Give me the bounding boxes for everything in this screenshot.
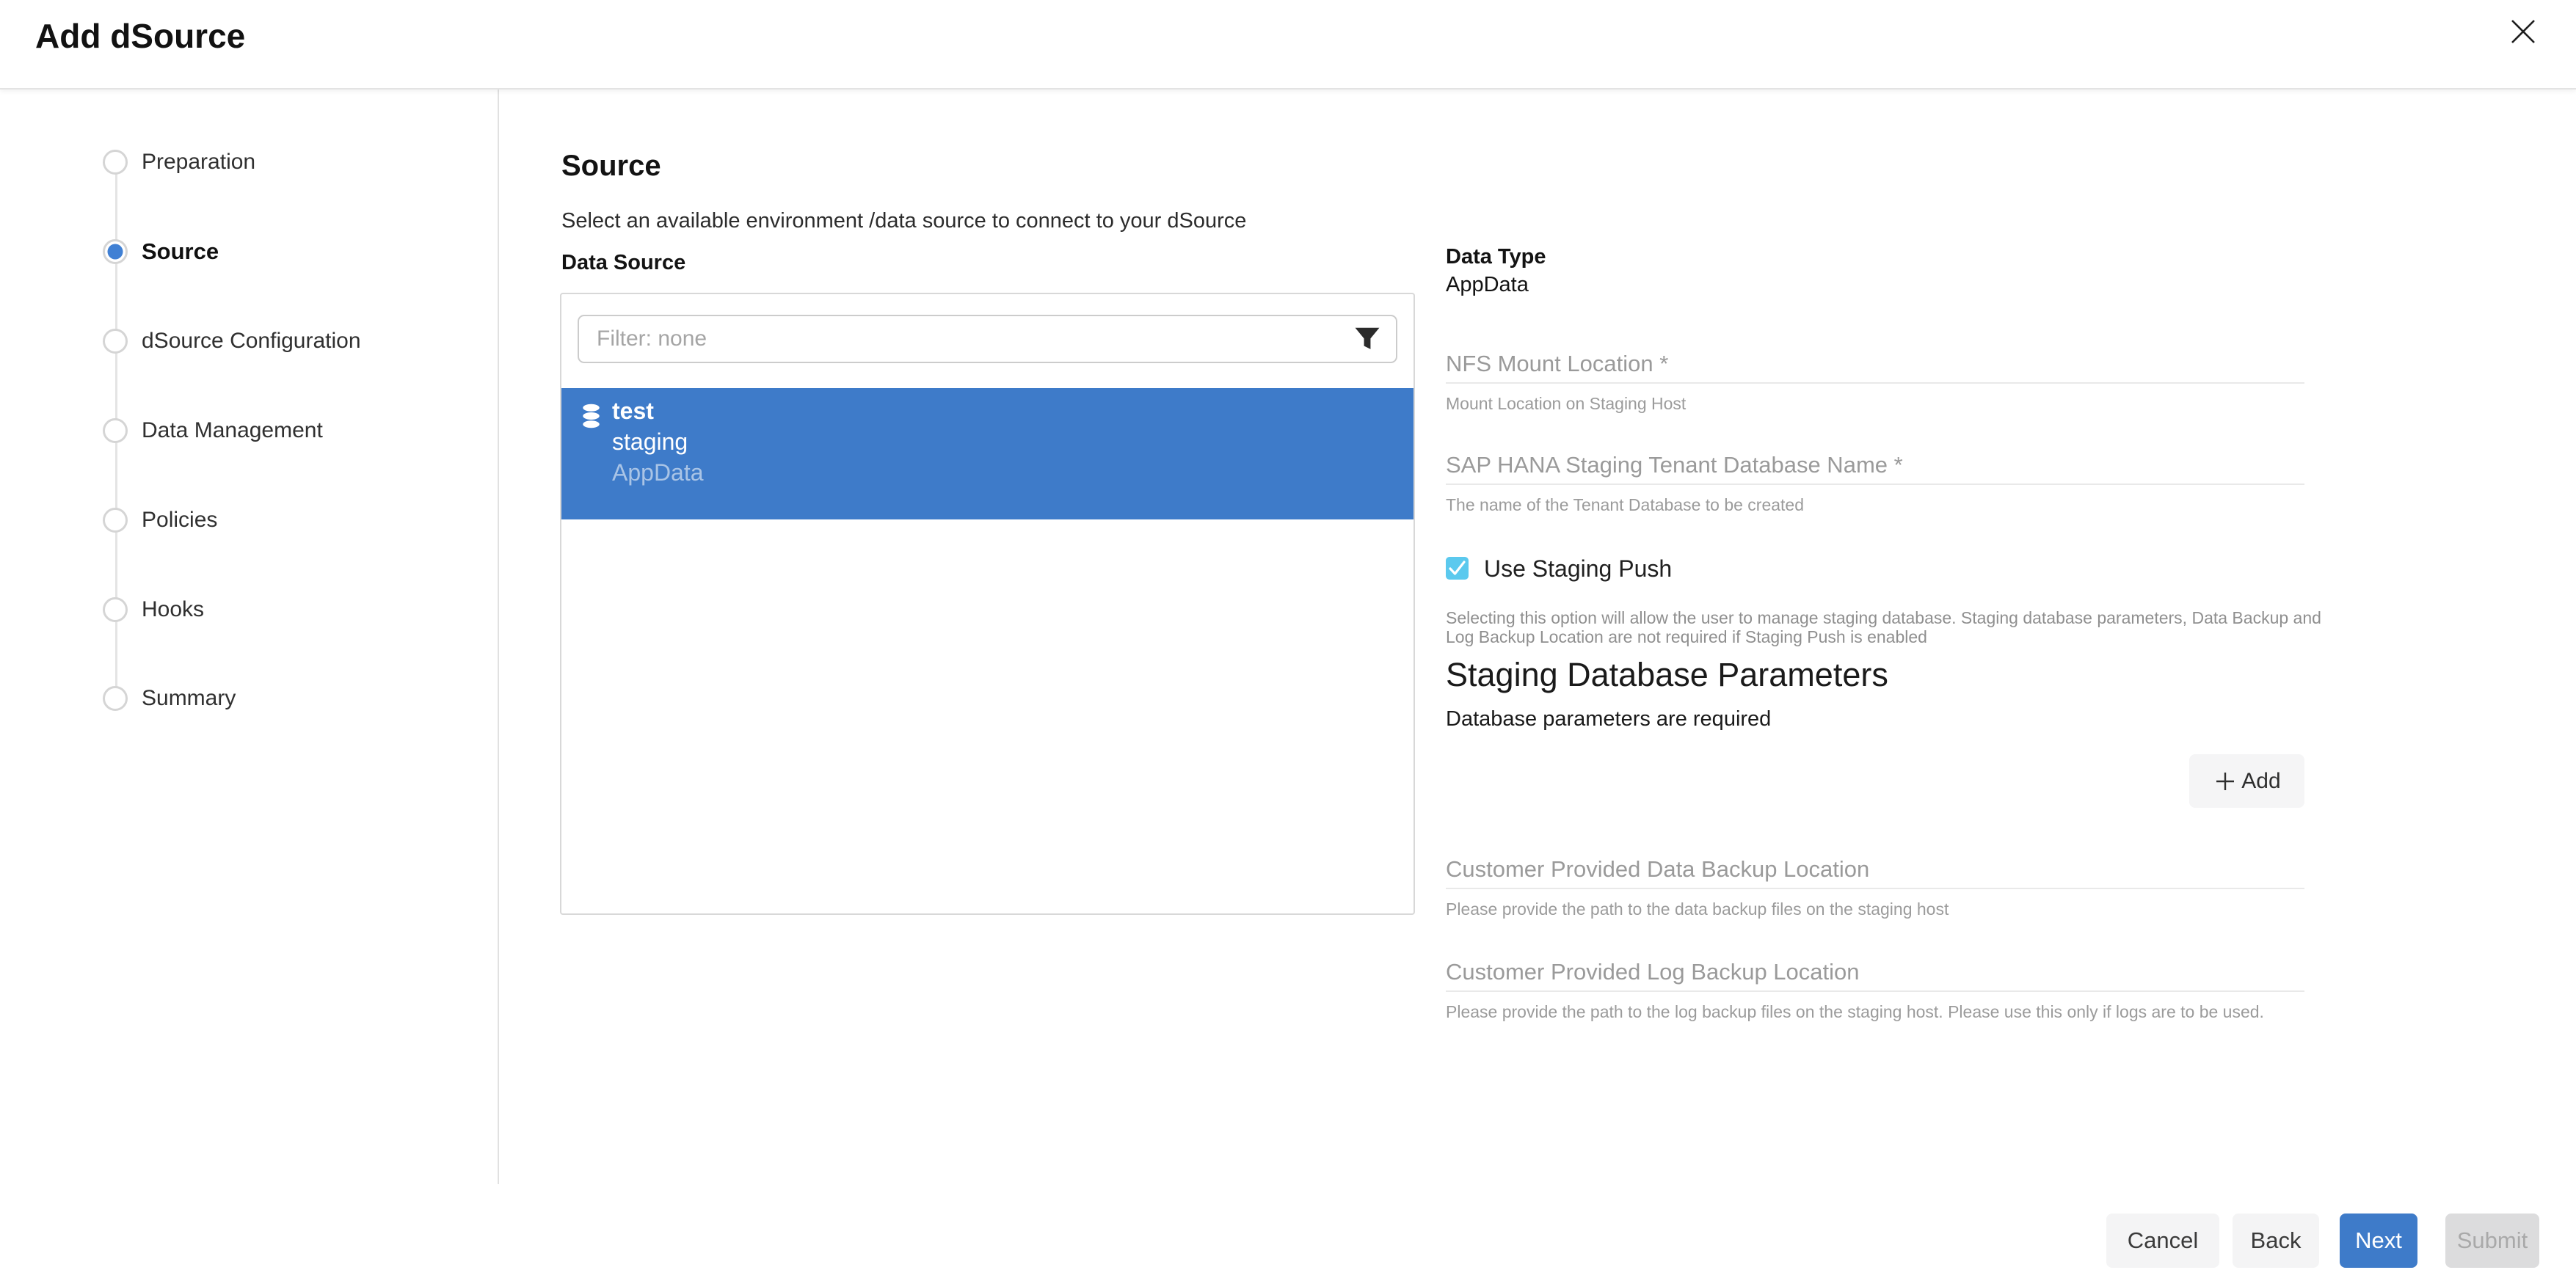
- data-source-label: Data Source: [561, 251, 685, 275]
- step-circle: [103, 508, 128, 533]
- step-summary[interactable]: Summary: [103, 685, 236, 712]
- field-helper: Please provide the path to the log backu…: [1446, 1001, 2304, 1023]
- dialog-header: Add dSource: [0, 0, 2576, 90]
- step-label: Hooks: [142, 597, 204, 622]
- add-parameter-button[interactable]: Add: [2189, 754, 2304, 808]
- step-policies[interactable]: Policies: [103, 507, 217, 533]
- add-dsource-dialog: Add dSource Preparation Source dSource C…: [0, 0, 2576, 1281]
- list-item-name: test: [612, 395, 704, 426]
- next-button[interactable]: Next: [2340, 1214, 2417, 1268]
- page-title: Source: [561, 150, 661, 183]
- staging-push-description: Selecting this option will allow the use…: [1446, 608, 2337, 646]
- data-source-list-item-selected[interactable]: test staging AppData: [561, 388, 1413, 519]
- step-circle: [103, 597, 128, 622]
- field-label: Customer Provided Log Backup Location: [1446, 958, 2304, 986]
- step-label: Policies: [142, 508, 217, 533]
- step-data-management[interactable]: Data Management: [103, 417, 323, 444]
- field-label: NFS Mount Location *: [1446, 350, 2304, 378]
- field-underline: [1446, 888, 2304, 889]
- field-helper: Mount Location on Staging Host: [1446, 393, 2304, 415]
- step-label: Source: [142, 238, 219, 265]
- step-source[interactable]: Source: [103, 238, 219, 265]
- cancel-button[interactable]: Cancel: [2106, 1214, 2219, 1268]
- field-underline: [1446, 990, 2304, 992]
- list-item-data-type: AppData: [612, 457, 704, 488]
- staging-db-parameters-title: Staging Database Parameters: [1446, 656, 1888, 694]
- step-circle: [103, 418, 128, 443]
- dialog-title: Add dSource: [35, 16, 245, 56]
- step-dsource-configuration[interactable]: dSource Configuration: [103, 328, 361, 354]
- step-circle-active: [103, 239, 128, 264]
- data-type-label: Data Type: [1446, 245, 1546, 269]
- close-icon: [2504, 12, 2542, 51]
- database-icon: [581, 404, 601, 428]
- step-label: dSource Configuration: [142, 329, 361, 354]
- add-button-label: Add: [2241, 769, 2280, 794]
- field-label: Customer Provided Data Backup Location: [1446, 855, 2304, 883]
- plus-icon: [2213, 769, 2238, 794]
- step-label: Preparation: [142, 150, 255, 175]
- submit-button[interactable]: Submit: [2445, 1214, 2539, 1268]
- data-source-listbox: test staging AppData: [560, 293, 1415, 915]
- staging-db-parameters-subtitle: Database parameters are required: [1446, 707, 1771, 731]
- tenant-database-name-field[interactable]: SAP HANA Staging Tenant Database Name * …: [1446, 451, 2304, 516]
- close-button[interactable]: [2501, 10, 2545, 54]
- field-underline: [1446, 382, 2304, 384]
- field-label: SAP HANA Staging Tenant Database Name *: [1446, 451, 2304, 479]
- data-type-value: AppData: [1446, 273, 1529, 297]
- list-item-environment: staging: [612, 426, 704, 457]
- use-staging-push-checkbox[interactable]: [1446, 557, 1469, 580]
- step-circle: [103, 686, 128, 711]
- log-backup-location-field[interactable]: Customer Provided Log Backup Location Pl…: [1446, 958, 2304, 1023]
- checkbox-check-icon: [1448, 560, 1466, 577]
- step-circle: [103, 329, 128, 354]
- nfs-mount-location-field[interactable]: NFS Mount Location * Mount Location on S…: [1446, 350, 2304, 415]
- back-button[interactable]: Back: [2233, 1214, 2319, 1268]
- step-circle: [103, 150, 128, 175]
- data-backup-location-field[interactable]: Customer Provided Data Backup Location P…: [1446, 855, 2304, 920]
- sidebar-divider: [498, 90, 499, 1184]
- step-label: Summary: [142, 686, 236, 711]
- list-item-text: test staging AppData: [612, 395, 704, 488]
- step-preparation[interactable]: Preparation: [103, 149, 255, 175]
- field-underline: [1446, 483, 2304, 485]
- field-helper: Please provide the path to the data back…: [1446, 898, 2304, 920]
- page-description: Select an available environment /data so…: [561, 209, 1246, 233]
- step-label: Data Management: [142, 418, 323, 443]
- filter-input[interactable]: [578, 315, 1397, 363]
- use-staging-push-label[interactable]: Use Staging Push: [1484, 555, 1672, 583]
- field-helper: The name of the Tenant Database to be cr…: [1446, 494, 2304, 516]
- step-hooks[interactable]: Hooks: [103, 596, 204, 623]
